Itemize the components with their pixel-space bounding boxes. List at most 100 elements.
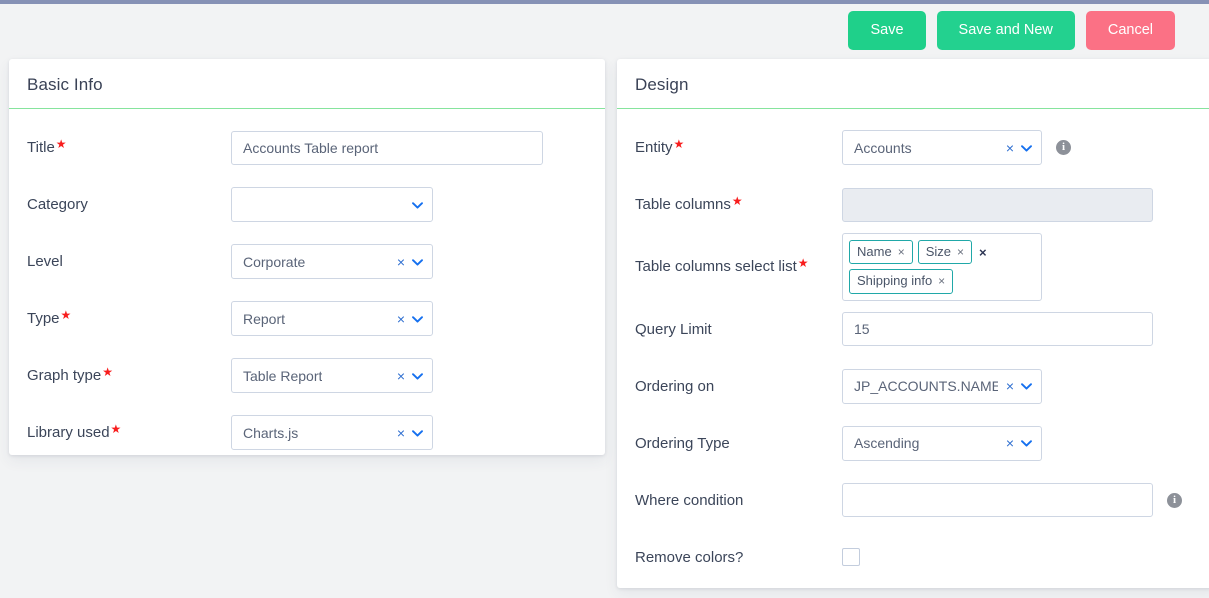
level-select-indicators: × [389,255,423,269]
tag-remove-icon[interactable]: × [957,245,964,259]
clear-icon[interactable]: × [1006,379,1014,393]
field-row-table-columns-select-list: Table columns select list ★ Name × Size … [617,233,1209,301]
field-row-level: Level Corporate × [9,233,605,290]
title-input[interactable]: Accounts Table report [231,130,543,165]
table-columns-input [842,187,1153,222]
ordering-on-select-indicators: × [998,379,1032,393]
ordering-on-select[interactable]: JP_ACCOUNTS.NAME × [842,368,1042,404]
field-row-ordering-on: Ordering on JP_ACCOUNTS.NAME × [617,358,1209,415]
chevron-down-icon[interactable] [412,199,423,211]
clear-icon[interactable]: × [397,312,405,326]
graph-type-select-value: Table Report [243,367,323,384]
query-limit-input[interactable]: 15 [842,312,1153,347]
label-entity-text: Entity [635,139,673,156]
label-entity: Entity ★ [617,138,842,156]
page-root: Save Save and New Cancel Basic Info Titl… [0,4,1209,598]
save-and-new-button[interactable]: Save and New [936,11,1075,50]
control-title: Accounts Table report [231,130,543,165]
label-ordering-type-text: Ordering Type [635,434,730,452]
control-graph-type: Table Report × [231,358,433,393]
chevron-down-icon[interactable] [1021,437,1032,449]
label-graph-type-text: Graph type [27,367,102,384]
field-row-graph-type: Graph type ★ Table Report × [9,347,605,404]
field-row-table-columns: Table columns ★ [617,176,1209,233]
label-library-used-text: Library used [27,424,110,441]
label-library-used: Library used ★ [9,422,231,441]
chevron-down-glyph [1021,144,1032,152]
label-table-columns-text: Table columns [635,196,731,213]
category-select-indicators [404,199,423,211]
required-marker-table-columns: ★ [731,194,743,208]
form-action-buttons: Save Save and New Cancel [848,11,1175,50]
control-table-columns-select-list: Name × Size × × Shipping info × [842,233,1042,301]
graph-type-select-indicators: × [389,369,423,383]
library-used-select[interactable]: Charts.js × [231,415,433,450]
control-entity: Accounts × i [842,130,1071,165]
clear-icon[interactable]: × [1006,141,1014,155]
type-select[interactable]: Report × [231,301,433,336]
tag-label: Size [925,244,951,259]
info-icon[interactable]: i [1056,140,1071,155]
where-condition-input[interactable] [842,483,1153,518]
label-ordering-on-text: Ordering on [635,377,715,395]
basic-info-panel-title: Basic Info [9,59,605,109]
label-remove-colors-text: Remove colors? [635,548,744,566]
tag-remove-icon[interactable]: × [938,274,945,288]
chevron-down-glyph [1021,440,1032,447]
control-remove-colors [842,548,860,567]
type-select-value: Report [243,310,286,327]
info-icon[interactable]: i [1167,492,1182,508]
chevron-down-icon[interactable] [412,256,423,268]
field-row-where-condition: Where condition i [617,472,1209,529]
save-button[interactable]: Save [848,11,926,50]
level-select-value: Corporate [243,253,306,270]
chevron-down-icon[interactable] [1021,142,1032,154]
chevron-down-icon[interactable] [412,313,423,325]
chevron-down-glyph [412,429,423,437]
field-row-query-limit: Query Limit 15 [617,301,1209,358]
ordering-type-select[interactable]: Ascending × [842,425,1042,461]
entity-select[interactable]: Accounts × [842,130,1042,165]
ordering-type-select-indicators: × [998,436,1032,450]
required-marker-graph-type: ★ [102,365,113,379]
control-where-condition: i [842,483,1182,518]
level-select[interactable]: Corporate × [231,244,433,279]
cancel-button[interactable]: Cancel [1085,11,1175,50]
required-marker-library-used: ★ [110,422,122,436]
label-query-limit-text: Query Limit [635,320,712,338]
required-marker-type: ★ [60,308,72,322]
chevron-down-icon[interactable] [412,370,423,382]
tag-item[interactable]: Size × [917,240,973,265]
required-marker-table-columns-select-list: ★ [797,256,809,271]
tag-item[interactable]: Shipping info × [849,269,954,294]
category-select[interactable] [231,187,433,222]
label-remove-colors: Remove colors? [617,549,842,566]
graph-type-select[interactable]: Table Report × [231,358,433,393]
clear-icon[interactable]: × [397,426,405,440]
clear-icon[interactable]: × [1006,436,1014,450]
clear-all-icon[interactable]: × [979,245,987,260]
label-where-condition-text: Where condition [635,491,744,509]
control-category [231,187,433,222]
chevron-down-icon[interactable] [1021,380,1032,392]
label-table-columns: Table columns ★ [617,194,842,213]
chevron-down-icon[interactable] [412,427,423,439]
tag-item[interactable]: Name × [849,240,913,265]
control-level: Corporate × [231,244,433,279]
control-type: Report × [231,301,433,336]
label-title-text: Title [27,139,55,156]
table-columns-tag-input[interactable]: Name × Size × × Shipping info × [842,233,1042,301]
library-used-select-indicators: × [389,426,423,440]
clear-icon[interactable]: × [397,369,405,383]
label-type: Type ★ [9,308,231,327]
chevron-down-glyph [412,258,423,266]
basic-info-panel: Basic Info Title ★ Accounts Table report… [9,59,605,455]
type-select-indicators: × [389,312,423,326]
tag-remove-icon[interactable]: × [898,245,905,259]
clear-icon[interactable]: × [397,255,405,269]
label-graph-type: Graph type ★ [9,365,231,384]
label-category-text: Category [27,196,88,213]
remove-colors-checkbox[interactable] [842,548,860,567]
label-level-text: Level [27,253,63,270]
basic-info-fields: Title ★ Accounts Table report Category L… [9,109,605,461]
